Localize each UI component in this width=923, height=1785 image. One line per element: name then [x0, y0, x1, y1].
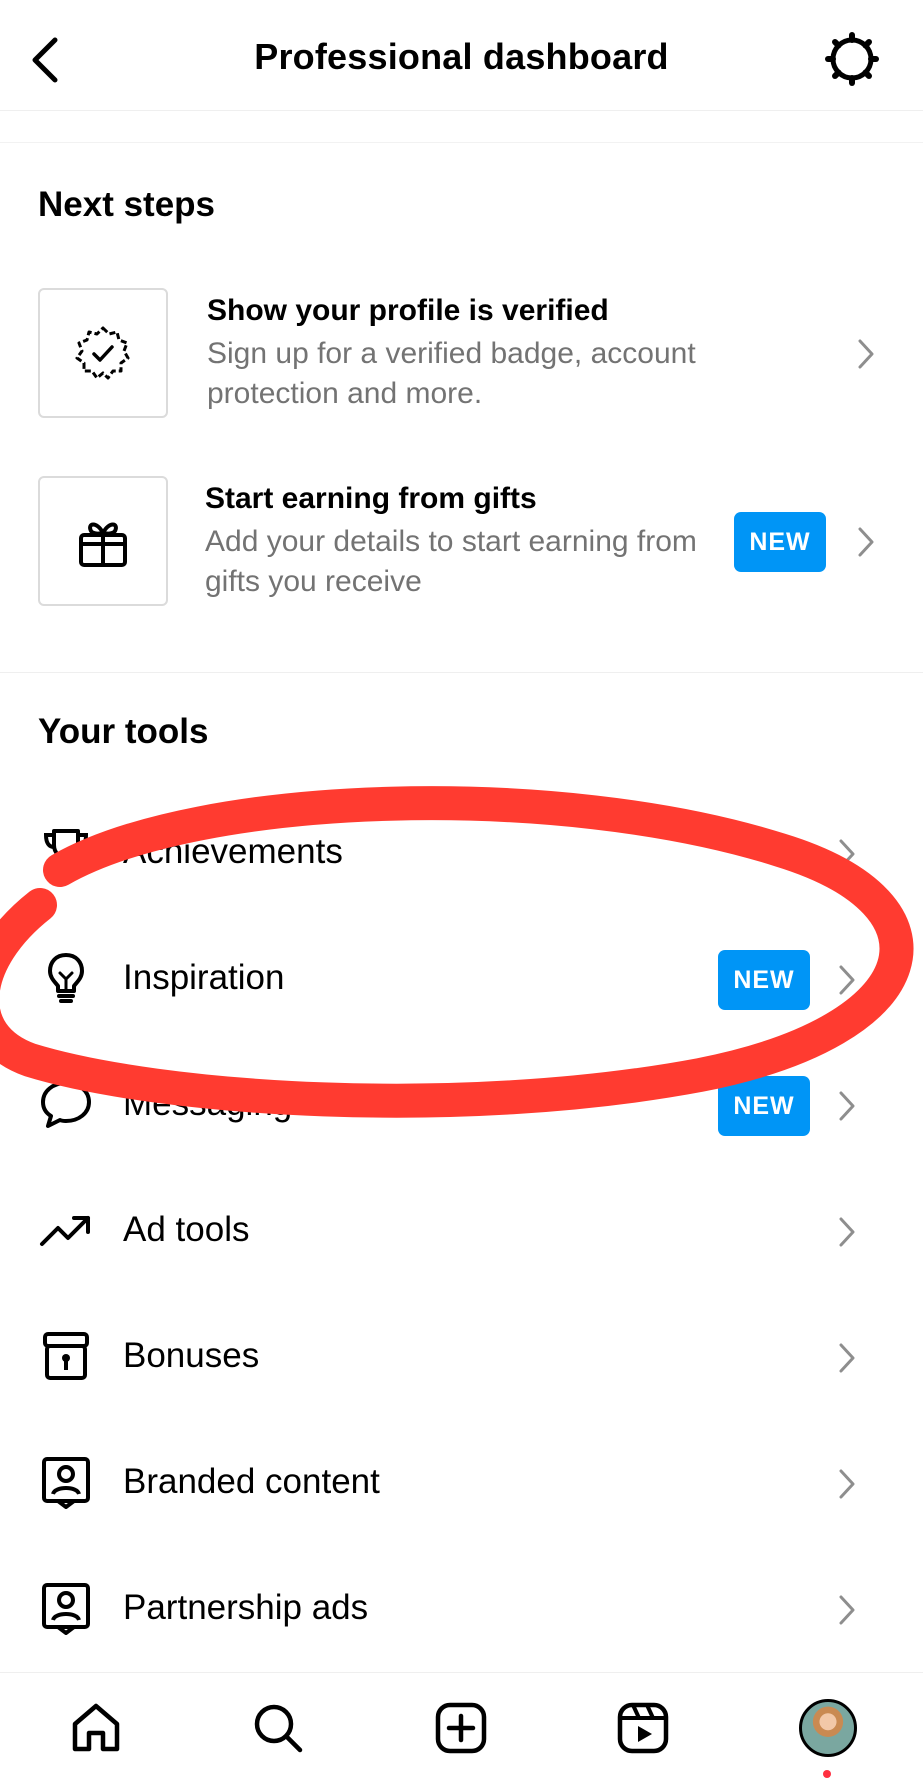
tool-label: Bonuses: [123, 1336, 260, 1375]
chevron-right-icon: [851, 334, 881, 374]
step-icon-box: [38, 476, 168, 606]
tab-reels[interactable]: [610, 1695, 676, 1761]
step-icon-box: [38, 288, 168, 418]
tab-home[interactable]: [63, 1695, 129, 1761]
avatar: [799, 1699, 857, 1757]
tool-item-messaging-tools[interactable]: Messaging tools NEW: [0, 1044, 923, 1170]
tool-item-inspiration[interactable]: Inspiration NEW: [0, 918, 923, 1044]
tool-label: Ad tools: [123, 1210, 250, 1249]
trophy-icon: [36, 822, 96, 882]
section-divider: [0, 672, 923, 673]
page-title: Professional dashboard: [254, 36, 669, 77]
partnership-icon: [36, 1578, 96, 1638]
chevron-right-icon: [832, 1590, 862, 1630]
next-step-verified[interactable]: Show your profile is verified Sign up fo…: [0, 288, 923, 420]
tool-label: Inspiration: [123, 958, 285, 997]
gift-box-icon: [36, 1326, 96, 1386]
tool-item-partnership-ads[interactable]: Partnership ads: [0, 1548, 923, 1674]
header-divider: [0, 142, 923, 143]
step-title: Show your profile is verified: [207, 294, 609, 327]
chevron-right-icon: [832, 1464, 862, 1504]
chevron-right-icon: [851, 522, 881, 562]
chevron-right-icon: [832, 960, 862, 1000]
tool-label: Achievements: [123, 832, 343, 871]
header-divider: [0, 110, 923, 111]
section-title-next-steps: Next steps: [38, 185, 216, 224]
tool-label: Messaging tools: [123, 1084, 376, 1123]
chevron-right-icon: [832, 1086, 862, 1126]
step-description: Sign up for a verified badge, account pr…: [207, 337, 696, 410]
verified-badge-icon: [75, 326, 130, 380]
new-badge: NEW: [718, 950, 810, 1010]
lightbulb-icon: [36, 948, 96, 1008]
bottom-tab-bar: [0, 1672, 923, 1785]
step-description: Add your details to start earning from g…: [205, 525, 697, 598]
new-badge: NEW: [734, 512, 826, 572]
reels-icon: [617, 1702, 669, 1754]
next-step-gifts[interactable]: Start earning from gifts Add your detail…: [0, 476, 923, 608]
create-icon: [435, 1702, 487, 1754]
notification-dot: [823, 1770, 831, 1778]
tool-item-ad-tools[interactable]: Ad tools: [0, 1170, 923, 1296]
tool-label: Partnership ads: [123, 1588, 369, 1627]
step-title: Start earning from gifts: [205, 482, 537, 515]
chevron-right-icon: [832, 1338, 862, 1378]
gear-icon: [825, 32, 879, 86]
branded-content-icon: [36, 1452, 96, 1512]
trending-up-icon: [36, 1200, 96, 1260]
section-title-your-tools: Your tools: [38, 712, 209, 751]
search-icon: [254, 1704, 303, 1753]
tool-label: Branded content: [123, 1462, 380, 1501]
tab-search[interactable]: [245, 1695, 311, 1761]
chat-bubble-icon: [36, 1074, 96, 1134]
chevron-right-icon: [832, 834, 862, 874]
settings-button[interactable]: [821, 28, 883, 90]
top-navigation-bar: Professional dashboard: [0, 0, 923, 110]
tab-create[interactable]: [428, 1695, 494, 1761]
gift-icon: [79, 522, 127, 567]
chevron-right-icon: [832, 1212, 862, 1252]
tool-item-achievements[interactable]: Achievements: [0, 792, 923, 918]
new-badge: NEW: [718, 1076, 810, 1136]
tool-item-bonuses[interactable]: Bonuses: [0, 1296, 923, 1422]
tool-item-branded-content[interactable]: Branded content: [0, 1422, 923, 1548]
tab-profile[interactable]: [795, 1695, 861, 1761]
home-icon: [72, 1703, 120, 1752]
